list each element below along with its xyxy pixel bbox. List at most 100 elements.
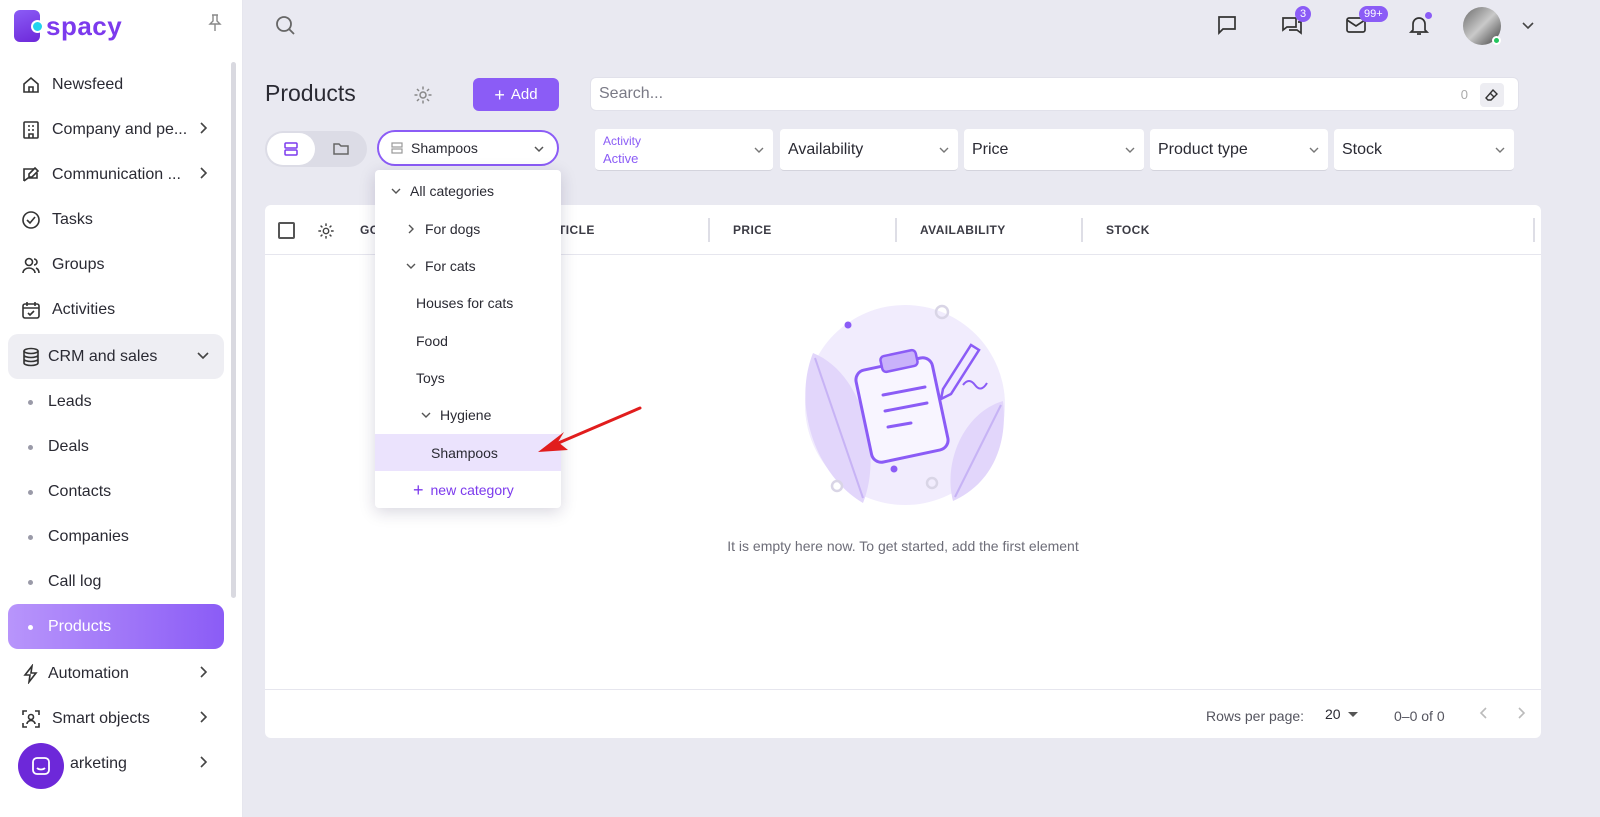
lightning-icon (20, 663, 42, 685)
sidebar-subitem-contacts[interactable]: Contacts (8, 469, 224, 514)
chevron-down-icon (939, 147, 949, 153)
sidebar-item-communication[interactable]: Communication ... (8, 152, 224, 197)
column-divider[interactable] (1081, 218, 1083, 242)
bell-icon[interactable] (1406, 12, 1432, 38)
chevron-right-icon (200, 711, 208, 723)
sidebar-subitem-label: Contacts (48, 482, 112, 500)
avatar[interactable] (1463, 7, 1501, 45)
pin-icon[interactable] (208, 14, 222, 32)
sidebar-subitem-call-log[interactable]: Call log (8, 559, 224, 604)
sidebar-item-automation[interactable]: Automation (8, 651, 224, 696)
category-item-label: Houses for cats (416, 294, 514, 311)
search-input[interactable] (591, 78, 1431, 110)
category-item[interactable]: Toys (375, 359, 561, 396)
chevron-down-icon (421, 412, 431, 418)
sidebar-item-label: Groups (52, 255, 105, 273)
filter-activity-label: Activity (603, 133, 642, 148)
settings-gear-icon[interactable] (413, 85, 433, 105)
column-divider[interactable] (708, 218, 710, 242)
support-chat-button[interactable] (18, 743, 64, 789)
home-icon (20, 74, 42, 96)
list-view-icon (284, 142, 298, 156)
mail-icon[interactable]: 99+ (1343, 6, 1388, 38)
page-title: Products (265, 80, 356, 106)
next-page-icon[interactable] (1513, 705, 1529, 721)
category-item[interactable]: For cats (375, 247, 561, 284)
scan-icon (20, 708, 42, 730)
sidebar-item-label: Tasks (52, 210, 93, 228)
column-divider[interactable] (1533, 218, 1535, 242)
logo[interactable]: spacy (14, 8, 122, 44)
folder-view-button[interactable] (317, 133, 365, 165)
category-item-label: All categories (410, 182, 495, 199)
search-icon[interactable] (274, 14, 296, 36)
filter-stock[interactable]: Stock (1334, 129, 1514, 171)
chevron-down-icon[interactable] (1521, 18, 1535, 32)
filter-price[interactable]: Price (964, 129, 1144, 171)
chevron-down-icon (534, 146, 544, 153)
sidebar-item-newsfeed[interactable]: Newsfeed (8, 62, 224, 107)
chevron-right-icon (200, 756, 208, 768)
rows-per-page-select[interactable]: 20 (1325, 706, 1341, 722)
sidebar-item-smart-objects[interactable]: Smart objects (8, 696, 224, 741)
column-header-availability[interactable]: AVAILABILITY (920, 223, 1006, 237)
caret-down-icon[interactable] (1348, 712, 1358, 717)
sidebar-nav: Newsfeed Company and pe... Communication… (8, 62, 224, 786)
chat-widget-icon (32, 757, 50, 775)
chats-badge: 3 (1295, 6, 1312, 22)
sidebar-item-groups[interactable]: Groups (8, 242, 224, 287)
category-item[interactable]: All categories (375, 172, 561, 209)
column-header-stock[interactable]: STOCK (1106, 223, 1150, 237)
category-item-label: Shampoos (431, 444, 498, 461)
filter-product-type[interactable]: Product type (1150, 129, 1328, 171)
mail-badge: 99+ (1359, 6, 1388, 22)
category-select[interactable]: Shampoos (377, 130, 559, 166)
sidebar: spacy Newsfeed Company and pe... Communi… (0, 0, 243, 817)
plus-icon: + (494, 84, 505, 105)
sidebar-item-label: arketing (70, 754, 127, 772)
notification-dot (1425, 12, 1432, 19)
column-settings-icon[interactable] (317, 222, 335, 240)
new-category-button[interactable]: + new category (375, 471, 561, 508)
chevron-down-icon (197, 352, 209, 360)
view-toggle (265, 131, 367, 167)
add-button[interactable]: + Add (473, 78, 559, 111)
sidebar-item-company[interactable]: Company and pe... (8, 107, 224, 152)
chevron-down-icon (1309, 147, 1319, 153)
chevron-right-icon (200, 167, 208, 179)
sidebar-subitem-leads[interactable]: Leads (8, 379, 224, 424)
sidebar-item-crm[interactable]: CRM and sales (8, 334, 224, 379)
sidebar-item-label: Newsfeed (52, 75, 124, 93)
category-item[interactable]: For dogs (375, 210, 561, 247)
logo-mark (14, 10, 44, 42)
database-icon (20, 346, 42, 368)
message-icon[interactable] (1214, 12, 1240, 38)
sidebar-subitem-deals[interactable]: Deals (8, 424, 224, 469)
category-item-label: Food (416, 332, 448, 349)
sidebar-subitem-products[interactable]: Products (8, 604, 224, 649)
sidebar-scrollbar[interactable] (231, 62, 236, 598)
chats-icon[interactable]: 3 (1279, 6, 1312, 38)
chevron-down-icon (391, 188, 401, 194)
column-header-price[interactable]: PRICE (733, 223, 772, 237)
add-button-label: Add (510, 86, 538, 103)
filter-activity[interactable]: Activity Active (595, 129, 773, 171)
building-icon (20, 119, 42, 141)
chat-pen-icon (20, 164, 42, 186)
eraser-icon[interactable] (1480, 83, 1504, 107)
logo-text: spacy (46, 10, 123, 41)
category-item[interactable]: Food (375, 322, 561, 359)
chevron-down-icon (406, 263, 416, 269)
annotation-arrow-icon (538, 406, 642, 452)
sidebar-item-tasks[interactable]: Tasks (8, 197, 224, 242)
prev-page-icon[interactable] (1476, 705, 1492, 721)
plus-icon: + (413, 479, 424, 500)
sidebar-subitem-companies[interactable]: Companies (8, 514, 224, 559)
category-item[interactable]: Houses for cats (375, 284, 561, 321)
column-divider[interactable] (895, 218, 897, 242)
filter-availability[interactable]: Availability (780, 129, 958, 171)
list-view-button[interactable] (267, 133, 315, 165)
select-all-checkbox[interactable] (278, 222, 295, 239)
sidebar-item-activities[interactable]: Activities (8, 287, 224, 332)
filter-activity-value: Active (603, 150, 639, 166)
